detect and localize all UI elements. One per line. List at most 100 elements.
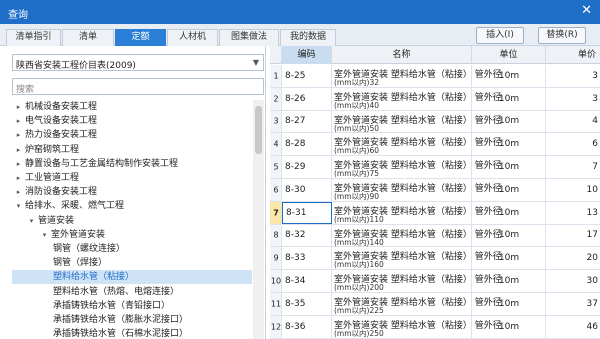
price-cell[interactable]: 17 [546, 225, 600, 247]
name-column-header[interactable]: 名称 [332, 46, 472, 64]
code-cell[interactable]: 8-33 [282, 247, 332, 270]
table-row[interactable]: 6 8-30 室外管道安装 塑料给水管（粘接） 管外径 (mm以内)90 10m 10 [270, 179, 600, 202]
code-column-header[interactable]: 编码 [282, 46, 332, 64]
unit-cell[interactable]: 10m [472, 201, 546, 224]
tree-item[interactable]: 钢管（焊接） [12, 256, 252, 270]
table-row[interactable]: 7 8-31 室外管道安装 塑料给水管（粘接） 管外径 (mm以内)110 10m 13 [270, 201, 600, 225]
table-row[interactable]: 5 8-29 室外管道安装 塑料给水管（粘接） 管外径 (mm以内)75 10m 7 [270, 156, 600, 179]
unit-cell[interactable]: 10m [472, 224, 546, 247]
tree-scrollbar-thumb[interactable] [255, 106, 262, 154]
name-cell[interactable]: 室外管道安装 塑料给水管（粘接） 管外径 (mm以内)60 [332, 133, 502, 155]
unit-cell[interactable]: 10m [472, 293, 546, 315]
tree-item[interactable]: ▾ 管道安装 [12, 214, 252, 228]
name-cell[interactable]: 室外管道安装 塑料给水管（粘接） 管外径 (mm以内)90 [332, 179, 502, 201]
expand-right-icon[interactable]: ▸ [14, 185, 23, 199]
name-cell[interactable]: 室外管道安装 塑料给水管（粘接） 管外径 (mm以内)160 [332, 247, 502, 269]
tree-item[interactable]: ▾ 给排水、采暖、燃气工程 [12, 199, 252, 213]
table-row[interactable]: 9 8-33 室外管道安装 塑料给水管（粘接） 管外径 (mm以内)160 10m 20 [270, 247, 600, 271]
expand-down-icon[interactable]: ▾ [40, 228, 49, 242]
price-cell[interactable]: 10 [546, 179, 600, 201]
tree-item[interactable]: 塑料给水管（热熔、电熔连接） [12, 285, 252, 299]
tree-item[interactable]: ▸ 炉窑砌筑工程 [12, 143, 252, 157]
tab-labor-material-machine[interactable]: 人材机 [167, 29, 218, 46]
price-cell[interactable]: 20 [546, 247, 600, 269]
library-select[interactable]: 陕西省安装工程价目表(2009) ▼ [12, 54, 264, 71]
unit-column-header[interactable]: 单位 [472, 46, 546, 64]
unit-cell[interactable]: 10m [472, 270, 546, 292]
price-cell[interactable]: 46 [546, 316, 600, 338]
tree-item[interactable]: ▸ 工业管道工程 [12, 171, 252, 185]
tree-item[interactable]: 塑料给水管（粘接） [12, 270, 252, 285]
code-cell[interactable]: 8-31 [282, 201, 332, 224]
tree-item[interactable]: 承插铸铁给水管（石棉水泥接口） [12, 327, 252, 339]
table-row[interactable]: 12 8-36 室外管道安装 塑料给水管（粘接） 管外径 (mm以内)250 10m 46 [270, 315, 600, 339]
tree-item[interactable]: ▸ 静置设备与工艺金属结构制作安装工程 [12, 157, 252, 171]
code-cell[interactable]: 8-29 [282, 156, 332, 178]
code-cell[interactable]: 8-26 [282, 87, 332, 110]
unit-cell[interactable]: 10m [472, 315, 546, 338]
search-input[interactable]: 搜索 [12, 78, 264, 95]
table-row[interactable]: 2 8-26 室外管道安装 塑料给水管（粘接） 管外径 (mm以内)40 10m 3 [270, 87, 600, 111]
insert-button[interactable]: 插入(I) [476, 27, 524, 44]
expand-right-icon[interactable]: ▸ [14, 171, 23, 185]
unit-cell[interactable]: 10m [472, 156, 546, 178]
table-row[interactable]: 1 8-25 室外管道安装 塑料给水管（粘接） 管外径 (mm以内)32 10m 3 [270, 65, 600, 88]
expand-right-icon[interactable]: ▸ [14, 128, 23, 142]
tree-item[interactable]: 钢管（螺纹连接） [12, 242, 252, 256]
table-row[interactable]: 8 8-32 室外管道安装 塑料给水管（粘接） 管外径 (mm以内)140 10m 17 [270, 224, 600, 248]
tab-atlas-method[interactable]: 图集做法 [219, 29, 279, 46]
name-cell[interactable]: 室外管道安装 塑料给水管（粘接） 管外径 (mm以内)50 [332, 110, 502, 133]
table-row[interactable]: 4 8-28 室外管道安装 塑料给水管（粘接） 管外径 (mm以内)60 10m 6 [270, 133, 600, 157]
unit-cell[interactable]: 10m [472, 65, 546, 87]
code-cell[interactable]: 8-36 [282, 315, 332, 338]
close-icon[interactable]: ✕ [581, 3, 592, 19]
table-row[interactable]: 11 8-35 室外管道安装 塑料给水管（粘接） 管外径 (mm以内)225 10m 37 [270, 293, 600, 316]
tab-my-data[interactable]: 我的数据 [280, 29, 336, 46]
code-cell[interactable]: 8-35 [282, 293, 332, 315]
tree-item[interactable]: ▾ 室外管道安装 [12, 228, 252, 242]
name-cell[interactable]: 室外管道安装 塑料给水管（粘接） 管外径 (mm以内)225 [332, 293, 502, 315]
unit-cell[interactable]: 10m [472, 247, 546, 270]
tree-item[interactable]: ▸ 消防设备安装工程 [12, 185, 252, 199]
price-cell[interactable]: 13 [546, 202, 600, 224]
expand-right-icon[interactable]: ▸ [14, 114, 23, 128]
expand-down-icon[interactable]: ▾ [27, 214, 36, 228]
tab-bill-guide[interactable]: 清单指引 [6, 29, 61, 46]
price-cell[interactable]: 37 [546, 293, 600, 315]
code-cell[interactable]: 8-28 [282, 133, 332, 156]
name-cell[interactable]: 室外管道安装 塑料给水管（粘接） 管外径 (mm以内)32 [332, 65, 502, 87]
tree-item[interactable]: ▸ 机械设备安装工程 [12, 100, 252, 114]
unit-cell[interactable]: 10m [472, 179, 546, 201]
code-cell[interactable]: 8-30 [282, 179, 332, 201]
code-cell[interactable]: 8-27 [282, 110, 332, 133]
name-cell[interactable]: 室外管道安装 塑料给水管（粘接） 管外径 (mm以内)40 [332, 87, 502, 110]
tab-bill[interactable]: 清单 [62, 29, 114, 46]
table-row[interactable]: 3 8-27 室外管道安装 塑料给水管（粘接） 管外径 (mm以内)50 10m 4 [270, 110, 600, 134]
tab-quota[interactable]: 定额 [115, 29, 166, 46]
name-cell[interactable]: 室外管道安装 塑料给水管（粘接） 管外径 (mm以内)110 [332, 201, 502, 224]
name-cell[interactable]: 室外管道安装 塑料给水管（粘接） 管外径 (mm以内)200 [332, 270, 502, 292]
unit-cell[interactable]: 10m [472, 110, 546, 133]
chevron-down-icon[interactable]: ▼ [253, 58, 259, 67]
unit-cell[interactable]: 10m [472, 87, 546, 110]
name-cell[interactable]: 室外管道安装 塑料给水管（粘接） 管外径 (mm以内)250 [332, 315, 502, 338]
code-cell[interactable]: 8-32 [282, 224, 332, 247]
price-cell[interactable]: 7 [546, 156, 600, 178]
price-cell[interactable]: 30 [546, 270, 600, 292]
expand-right-icon[interactable]: ▸ [14, 143, 23, 157]
replace-button[interactable]: 替换(R) [538, 27, 586, 44]
table-row[interactable]: 10 8-34 室外管道安装 塑料给水管（粘接） 管外径 (mm以内)200 10m 30 [270, 270, 600, 293]
expand-down-icon[interactable]: ▾ [14, 199, 23, 213]
price-cell[interactable]: 6 [546, 133, 600, 155]
price-cell[interactable]: 3 [546, 65, 600, 87]
price-cell[interactable]: 4 [546, 111, 600, 133]
expand-right-icon[interactable]: ▸ [14, 100, 23, 114]
name-cell[interactable]: 室外管道安装 塑料给水管（粘接） 管外径 (mm以内)140 [332, 224, 502, 247]
tree-scrollbar[interactable] [253, 100, 264, 339]
price-cell[interactable]: 3 [546, 88, 600, 110]
expand-right-icon[interactable]: ▸ [14, 157, 23, 171]
unit-cell[interactable]: 10m [472, 133, 546, 156]
name-cell[interactable]: 室外管道安装 塑料给水管（粘接） 管外径 (mm以内)75 [332, 156, 502, 178]
code-cell[interactable]: 8-34 [282, 270, 332, 292]
code-cell[interactable]: 8-25 [282, 65, 332, 87]
